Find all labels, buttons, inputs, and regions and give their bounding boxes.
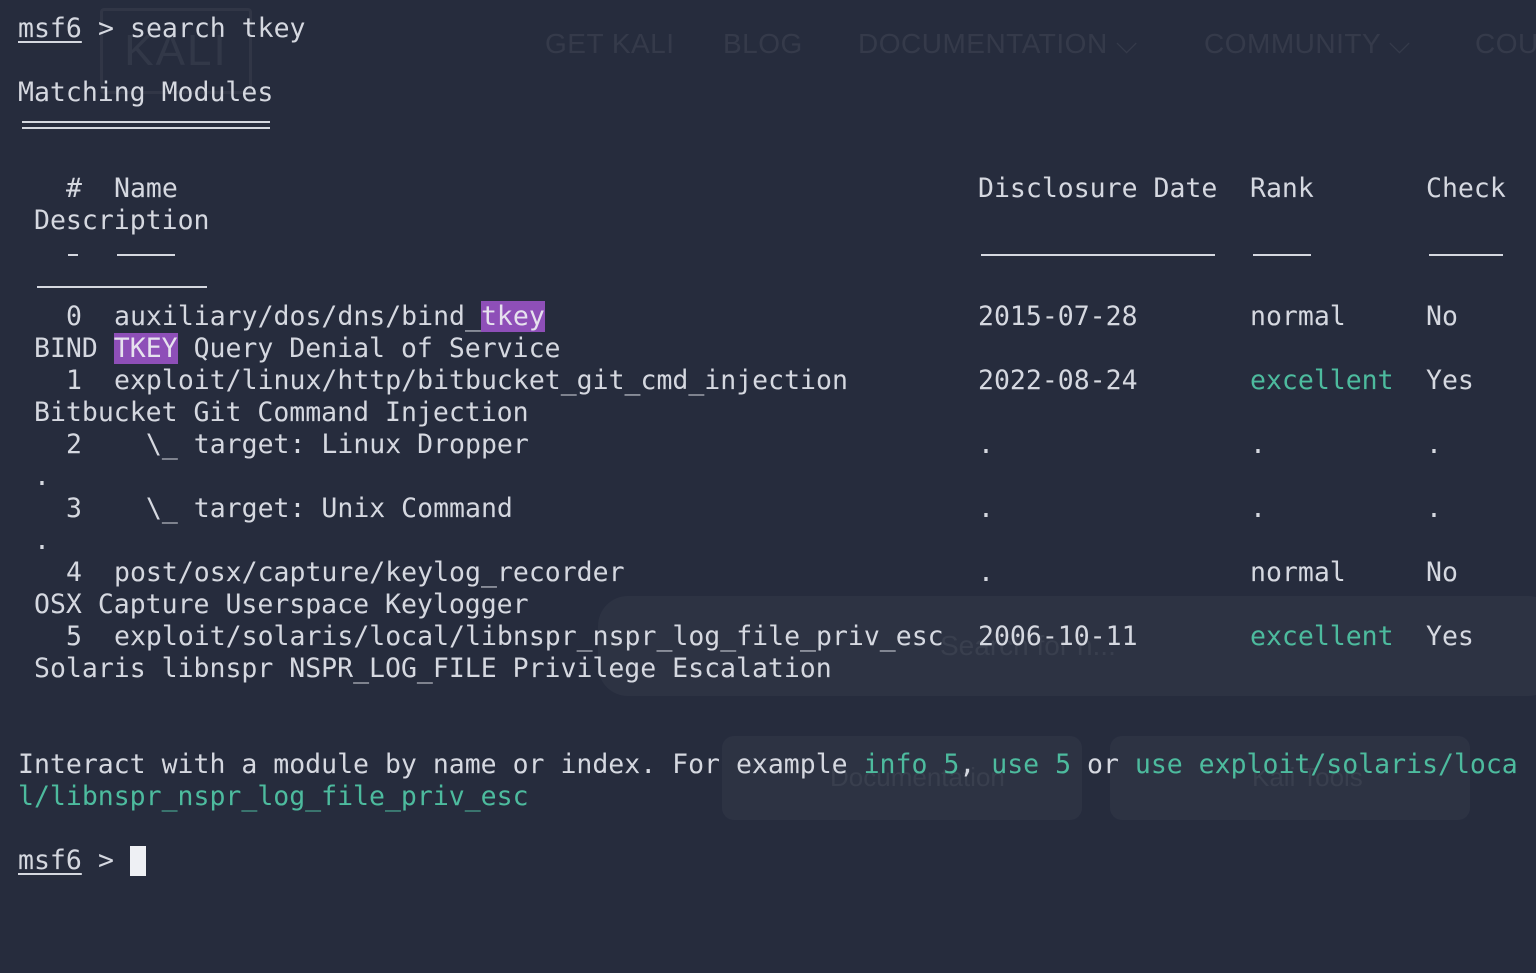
- row-rank: .: [1250, 493, 1266, 524]
- example-use-index-command: use 5: [991, 749, 1072, 780]
- table-row-description: .: [0, 461, 64, 493]
- row-check: Yes: [1426, 621, 1474, 652]
- row-rank: normal: [1250, 301, 1346, 332]
- header-date: Disclosure Date: [978, 173, 1218, 204]
- row-description: .: [34, 461, 50, 492]
- row-rank: normal: [1250, 557, 1346, 588]
- search-match-highlight: tkey: [480, 301, 545, 332]
- table-row[interactable]: 3 \_ target: Unix Command . . .: [0, 493, 1442, 525]
- header-check: Check: [1426, 173, 1506, 204]
- table-row[interactable]: 2 \_ target: Linux Dropper . . .: [0, 429, 1442, 461]
- row-date: .: [978, 493, 994, 524]
- row-rank: excellent: [1250, 365, 1394, 396]
- matching-modules-heading: Matching Modules: [0, 77, 273, 109]
- row-name: \_ target: Unix Command: [114, 493, 513, 524]
- table-row[interactable]: 0 auxiliary/dos/dns/bind_tkey 2015-07-28…: [0, 301, 1458, 333]
- row-check: .: [1426, 429, 1442, 460]
- prompt-msf6: msf6: [18, 845, 82, 876]
- search-match-highlight: TKEY: [113, 333, 178, 364]
- table-row-description: BIND TKEY Query Denial of Service: [0, 333, 561, 365]
- interact-hint: Interact with a module by name or index.…: [0, 749, 1518, 781]
- row-check: .: [1426, 493, 1442, 524]
- prompt-separator: >: [82, 13, 130, 44]
- row-index: 3: [66, 493, 82, 524]
- row-index: 0: [66, 301, 82, 332]
- row-name-text: auxiliary/dos/dns/bind_: [114, 301, 481, 332]
- row-index: 1: [66, 365, 82, 396]
- hint-separator: ,: [959, 749, 992, 780]
- input-prompt-line[interactable]: msf6 >: [0, 845, 114, 877]
- row-date: .: [978, 557, 994, 588]
- example-use-path-command-wrap: l/libnspr_nspr_log_file_priv_esc: [18, 781, 529, 812]
- row-check: No: [1426, 301, 1458, 332]
- underline-date: [981, 254, 1215, 256]
- header-num: #: [66, 173, 82, 204]
- table-row-description: OSX Capture Userspace Keylogger: [0, 589, 529, 621]
- row-description: OSX Capture Userspace Keylogger: [34, 589, 529, 620]
- row-date: 2006-10-11: [978, 621, 1138, 652]
- table-row[interactable]: 1 exploit/linux/http/bitbucket_git_cmd_i…: [0, 365, 1474, 397]
- prompt-msf6: msf6: [18, 13, 82, 44]
- underline-description: [37, 286, 207, 288]
- header-name: Name: [114, 173, 178, 204]
- hint-separator: or: [1071, 749, 1135, 780]
- row-index: 2: [66, 429, 82, 460]
- table-row[interactable]: 5 exploit/solaris/local/libnspr_nspr_log…: [0, 621, 1474, 653]
- row-check: No: [1426, 557, 1458, 588]
- row-description: .: [34, 525, 50, 556]
- interact-hint-wrap: l/libnspr_nspr_log_file_priv_esc: [0, 781, 529, 813]
- underline-name: [117, 254, 175, 256]
- example-use-path-command: use exploit/solaris/loca: [1134, 749, 1518, 780]
- row-index: 5: [66, 621, 82, 652]
- row-name: post/osx/capture/keylog_recorder: [114, 557, 625, 588]
- heading-underline-1: [22, 121, 270, 123]
- row-date: 2022-08-24: [978, 365, 1138, 396]
- row-name: auxiliary/dos/dns/bind_tkey: [114, 301, 545, 333]
- command-line: msf6 > search tkey: [0, 13, 306, 45]
- table-row-description: Bitbucket Git Command Injection: [0, 397, 529, 429]
- terminal-window[interactable]: msf6 > search tkey Matching Modules # Na…: [0, 0, 1536, 884]
- table-row[interactable]: 4 post/osx/capture/keylog_recorder . nor…: [0, 557, 1458, 589]
- table-header-row-wrap: Description: [0, 205, 210, 237]
- header-description: Description: [34, 205, 210, 236]
- row-description-post: Query Denial of Service: [177, 333, 561, 364]
- row-description: Solaris libnspr NSPR_LOG_FILE Privilege …: [34, 653, 832, 684]
- table-row-description: .: [0, 525, 64, 557]
- text-cursor[interactable]: [130, 846, 146, 876]
- heading-underline-2: [22, 127, 270, 129]
- row-description: BIND TKEY Query Denial of Service: [34, 333, 561, 365]
- row-date: 2015-07-28: [978, 301, 1138, 332]
- header-rank: Rank: [1250, 173, 1314, 204]
- underline-rank: [1253, 254, 1311, 256]
- hint-text: Interact with a module by name or index.…: [18, 749, 864, 780]
- example-info-command: info 5: [863, 749, 960, 780]
- row-rank: excellent: [1250, 621, 1394, 652]
- interact-hint-text: Interact with a module by name or index.…: [18, 749, 1518, 781]
- row-name: exploit/solaris/local/libnspr_nspr_log_f…: [114, 621, 944, 652]
- heading-text: Matching Modules: [18, 77, 274, 108]
- table-header-row: # Name Disclosure Date Rank Check: [0, 173, 1506, 205]
- row-description: Bitbucket Git Command Injection: [34, 397, 529, 428]
- underline-num: [68, 254, 78, 256]
- row-check: Yes: [1426, 365, 1474, 396]
- underline-check: [1429, 254, 1503, 256]
- row-name: exploit/linux/http/bitbucket_git_cmd_inj…: [114, 365, 848, 396]
- row-name: \_ target: Linux Dropper: [114, 429, 529, 460]
- prompt-separator: >: [82, 845, 130, 876]
- row-index: 4: [66, 557, 82, 588]
- row-description-pre: BIND: [34, 333, 114, 364]
- row-rank: .: [1250, 429, 1266, 460]
- command-text: search tkey: [130, 13, 306, 44]
- row-date: .: [978, 429, 994, 460]
- table-row-description: Solaris libnspr NSPR_LOG_FILE Privilege …: [0, 653, 832, 685]
